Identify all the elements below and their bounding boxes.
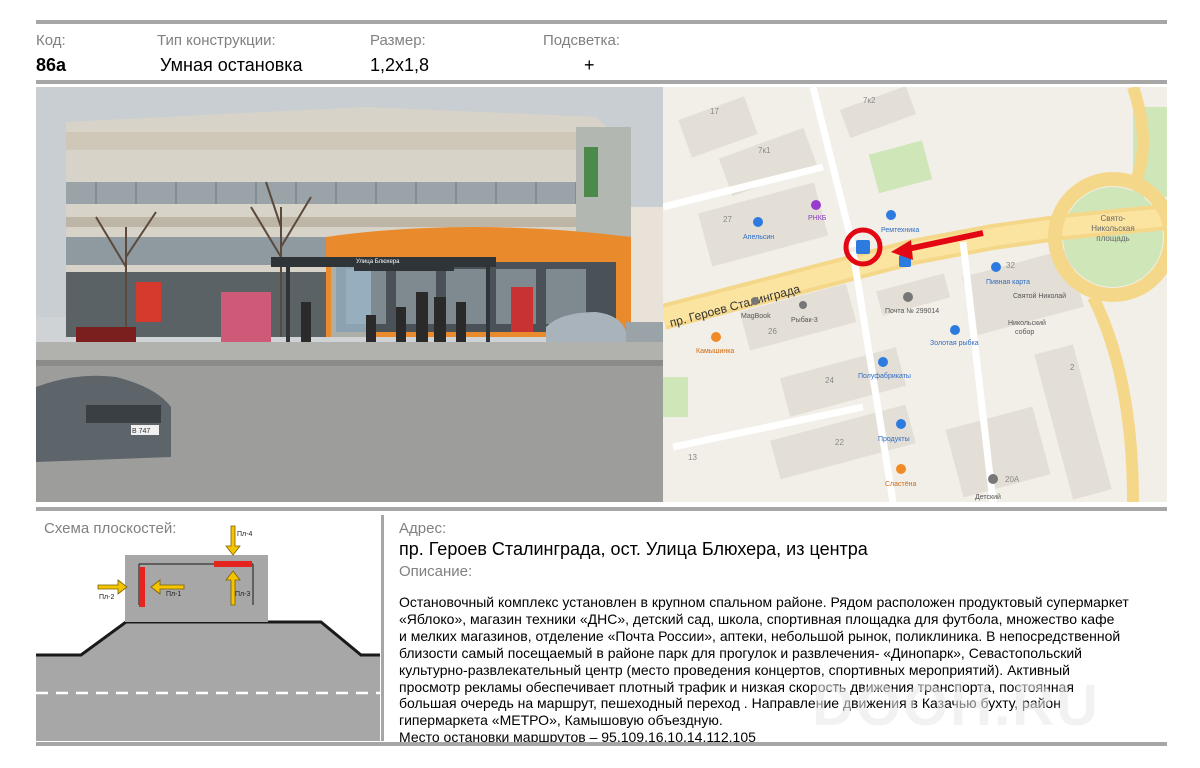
map-place-kamyshinka: Камышинка	[696, 348, 734, 355]
site-photo-illustration: Улица Блюхера В 747	[36, 87, 663, 502]
site-photo: Улица Блюхера В 747	[36, 87, 663, 502]
map-place-produkty: Продукты	[878, 436, 910, 443]
map-num-32: 32	[1006, 261, 1015, 270]
type-label: Тип конструкции:	[157, 32, 276, 49]
vertical-separator	[381, 515, 384, 741]
watermark: DOOH.RU	[812, 673, 1100, 738]
map-place-pivnaya: Пивная карта	[986, 279, 1030, 286]
top-rule	[36, 20, 1167, 24]
map-square-line-1: Свято-	[1101, 214, 1126, 223]
map-place-polufabrikaty: Полуфабрикаты	[858, 372, 911, 380]
stop-sign-text: Улица Блюхера	[356, 259, 400, 265]
map-square-line-3: площадь	[1096, 234, 1129, 243]
slastena-pin	[896, 464, 906, 474]
arrow-pl2	[97, 579, 128, 595]
size-label: Размер:	[370, 32, 426, 49]
map-place-zolotaya: Золотая рыбка	[930, 339, 979, 347]
light-label: Подсветка:	[543, 32, 620, 49]
bank-pin	[811, 200, 821, 210]
address-label: Адрес:	[399, 520, 447, 537]
apelsin-pin	[753, 217, 763, 227]
car-plate: В 747	[132, 428, 150, 435]
plane-2	[139, 567, 145, 607]
map-place-nikolsky: Никольский	[1008, 319, 1046, 327]
code-value: 86а	[36, 55, 67, 75]
map-num-17: 17	[710, 107, 719, 116]
map-place-remtekhnika: Ремтехника	[881, 227, 919, 234]
plane-label-4: Пл-4	[237, 531, 252, 538]
planes-schema: Пл-1 Пл-2 Пл-3 Пл-4	[36, 515, 380, 741]
polufabrikaty-pin	[878, 357, 888, 367]
map-place-rnkb: РНКБ	[808, 215, 827, 222]
map-num-7k1: 7к1	[758, 146, 771, 155]
map-place-svyatoy: Святой Николай	[1013, 292, 1066, 300]
kamyshinka-pin	[711, 332, 721, 342]
description-line-3: и мелких магазинов, отделение «Почта Рос…	[399, 627, 1121, 644]
post-pin	[903, 292, 913, 302]
bus-stop-icon	[856, 240, 870, 254]
light-value: +	[584, 55, 595, 75]
map-place-post: Почта № 299014	[885, 308, 939, 315]
plane-label-3: Пл-3	[235, 591, 250, 598]
map-num-13: 13	[688, 453, 697, 462]
map-num-20a: 20А	[1005, 475, 1020, 484]
map-square-line-2: Никольская	[1091, 224, 1134, 233]
middle-rule	[36, 507, 1167, 511]
produkty-pin	[896, 419, 906, 429]
map-num-7k2: 7к2	[863, 96, 876, 105]
magbook-pin	[751, 297, 759, 305]
location-map: пр. Героев Сталинграда Свято- Никольская…	[663, 87, 1167, 502]
rybak-pin	[799, 301, 807, 309]
description-line-2: «Яблоко», магазин техники «ДНС», детский…	[399, 610, 1115, 627]
map-num-2: 2	[1070, 363, 1075, 372]
code-label: Код:	[36, 32, 66, 49]
header-rule	[36, 80, 1167, 84]
detsky-pin	[988, 474, 998, 484]
address-value: пр. Героев Сталинграда, ост. Улица Блюхе…	[399, 539, 868, 559]
size-value: 1,2х1,8	[370, 55, 430, 75]
plane-label-2: Пл-2	[99, 594, 114, 601]
plane-label-1: Пл-1	[166, 591, 181, 598]
map-num-26: 26	[768, 327, 777, 336]
map-num-24: 24	[825, 376, 834, 385]
map-place-rybak: Рыбак-3	[791, 316, 818, 324]
plane-4	[214, 561, 252, 567]
map-place-apelsin: Апельсин	[743, 234, 774, 241]
planes-schema-drawing: Пл-1 Пл-2 Пл-3 Пл-4	[36, 525, 380, 741]
map-place-slastena: Сластёна	[885, 481, 916, 488]
description-label: Описание:	[399, 563, 473, 580]
map-place-sobor: собор	[1015, 328, 1034, 336]
map-place-magbook: MagBook	[741, 313, 771, 320]
bottom-rule	[36, 742, 1167, 746]
map-num-22: 22	[835, 438, 844, 447]
description-line-1: Остановочный комплекс установлен в крупн…	[399, 594, 1129, 610]
type-value: Умная остановка	[160, 55, 303, 75]
description-line-4: близости самый посещаемый в районе парк …	[399, 644, 1082, 661]
map-illustration: пр. Героев Сталинграда Свято- Никольская…	[663, 87, 1167, 502]
map-place-detsky: Детский	[975, 493, 1001, 501]
pivnaya-pin	[991, 262, 1001, 272]
remtekhnika-pin	[886, 210, 896, 220]
map-num-27: 27	[723, 215, 732, 224]
zolotaya-pin	[950, 325, 960, 335]
